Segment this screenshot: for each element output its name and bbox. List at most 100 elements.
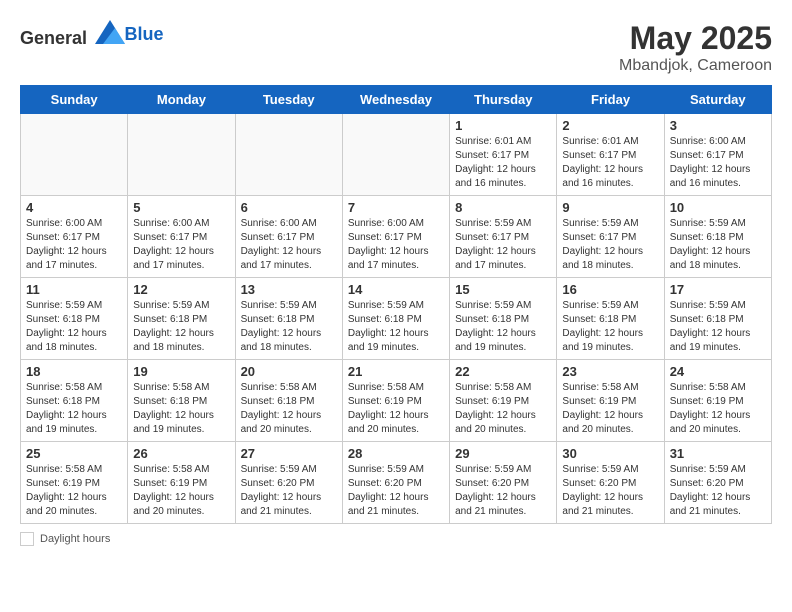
col-header-wednesday: Wednesday bbox=[342, 86, 449, 114]
calendar-cell: 26 Sunrise: 5:58 AM Sunset: 6:19 PM Dayli… bbox=[128, 442, 235, 524]
day-info: Sunrise: 5:58 AM Sunset: 6:18 PM Dayligh… bbox=[241, 381, 337, 437]
day-number: 29 bbox=[455, 446, 551, 461]
day-number: 25 bbox=[26, 446, 122, 461]
footer-color-box bbox=[20, 532, 34, 546]
col-header-saturday: Saturday bbox=[664, 86, 771, 114]
day-number: 28 bbox=[348, 446, 444, 461]
day-info: Sunrise: 5:59 AM Sunset: 6:18 PM Dayligh… bbox=[562, 299, 658, 355]
day-number: 20 bbox=[241, 364, 337, 379]
day-number: 12 bbox=[133, 282, 229, 297]
calendar-cell: 31Sunrise: 5:59 AM Sunset: 6:20 PM Dayli… bbox=[664, 442, 771, 524]
day-number: 4 bbox=[26, 200, 122, 215]
day-info: Sunrise: 5:58 AM Sunset: 6:19 PM Dayligh… bbox=[562, 381, 658, 437]
day-number: 27 bbox=[241, 446, 337, 461]
footer-daylight-label: Daylight hours bbox=[40, 533, 110, 545]
calendar-cell bbox=[128, 114, 235, 196]
calendar-cell: 13 Sunrise: 5:59 AM Sunset: 6:18 PM Dayli… bbox=[235, 278, 342, 360]
day-info: Sunrise: 5:58 AM Sunset: 6:19 PM Dayligh… bbox=[26, 463, 122, 519]
calendar-cell: 1Sunrise: 6:01 AM Sunset: 6:17 PM Daylig… bbox=[450, 114, 557, 196]
day-info: Sunrise: 5:59 AM Sunset: 6:18 PM Dayligh… bbox=[455, 299, 551, 355]
day-number: 30 bbox=[562, 446, 658, 461]
day-info: Sunrise: 5:58 AM Sunset: 6:19 PM Dayligh… bbox=[348, 381, 444, 437]
day-info: Sunrise: 5:58 AM Sunset: 6:18 PM Dayligh… bbox=[26, 381, 122, 437]
day-info: Sunrise: 5:59 AM Sunset: 6:18 PM Dayligh… bbox=[26, 299, 122, 355]
logo: General Blue bbox=[20, 20, 164, 49]
calendar-cell: 19 Sunrise: 5:58 AM Sunset: 6:18 PM Dayli… bbox=[128, 360, 235, 442]
day-number: 7 bbox=[348, 200, 444, 215]
location-subtitle: Mbandjok, Cameroon bbox=[619, 57, 772, 75]
calendar-week-row-3: 11 Sunrise: 5:59 AM Sunset: 6:18 PM Dayli… bbox=[21, 278, 772, 360]
day-number: 14 bbox=[348, 282, 444, 297]
calendar-cell: 8Sunrise: 5:59 AM Sunset: 6:17 PM Daylig… bbox=[450, 196, 557, 278]
month-year-title: May 2025 bbox=[619, 20, 772, 57]
calendar-cell: 25 Sunrise: 5:58 AM Sunset: 6:19 PM Dayli… bbox=[21, 442, 128, 524]
day-number: 24 bbox=[670, 364, 766, 379]
calendar-cell: 5 Sunrise: 6:00 AM Sunset: 6:17 PM Daylig… bbox=[128, 196, 235, 278]
day-number: 17 bbox=[670, 282, 766, 297]
day-info: Sunrise: 6:00 AM Sunset: 6:17 PM Dayligh… bbox=[241, 217, 337, 273]
calendar-week-row-2: 4 Sunrise: 6:00 AM Sunset: 6:17 PM Daylig… bbox=[21, 196, 772, 278]
calendar-cell: 29 Sunrise: 5:59 AM Sunset: 6:20 PM Dayli… bbox=[450, 442, 557, 524]
calendar-cell: 7 Sunrise: 6:00 AM Sunset: 6:17 PM Daylig… bbox=[342, 196, 449, 278]
calendar-cell: 2 Sunrise: 6:01 AM Sunset: 6:17 PM Daylig… bbox=[557, 114, 664, 196]
calendar-week-row-4: 18 Sunrise: 5:58 AM Sunset: 6:18 PM Dayli… bbox=[21, 360, 772, 442]
logo-blue: Blue bbox=[125, 24, 164, 44]
day-info: Sunrise: 5:58 AM Sunset: 6:19 PM Dayligh… bbox=[670, 381, 766, 437]
day-info: Sunrise: 6:01 AM Sunset: 6:17 PM Dayligh… bbox=[562, 135, 658, 191]
day-number: 19 bbox=[133, 364, 229, 379]
col-header-thursday: Thursday bbox=[450, 86, 557, 114]
calendar-cell: 6Sunrise: 6:00 AM Sunset: 6:17 PM Daylig… bbox=[235, 196, 342, 278]
calendar-cell bbox=[235, 114, 342, 196]
col-header-monday: Monday bbox=[128, 86, 235, 114]
calendar-cell: 22 Sunrise: 5:58 AM Sunset: 6:19 PM Dayli… bbox=[450, 360, 557, 442]
day-number: 16 bbox=[562, 282, 658, 297]
day-number: 5 bbox=[133, 200, 229, 215]
calendar-cell: 21 Sunrise: 5:58 AM Sunset: 6:19 PM Dayli… bbox=[342, 360, 449, 442]
day-info: Sunrise: 6:00 AM Sunset: 6:17 PM Dayligh… bbox=[133, 217, 229, 273]
calendar-cell: 15 Sunrise: 5:59 AM Sunset: 6:18 PM Dayli… bbox=[450, 278, 557, 360]
day-info: Sunrise: 6:00 AM Sunset: 6:17 PM Dayligh… bbox=[348, 217, 444, 273]
calendar-cell: 12 Sunrise: 5:59 AM Sunset: 6:18 PM Dayli… bbox=[128, 278, 235, 360]
day-info: Sunrise: 5:59 AM Sunset: 6:18 PM Dayligh… bbox=[133, 299, 229, 355]
day-number: 31 bbox=[670, 446, 766, 461]
day-number: 21 bbox=[348, 364, 444, 379]
day-info: Sunrise: 5:58 AM Sunset: 6:18 PM Dayligh… bbox=[133, 381, 229, 437]
day-info: Sunrise: 5:58 AM Sunset: 6:19 PM Dayligh… bbox=[133, 463, 229, 519]
calendar-cell: 24 Sunrise: 5:58 AM Sunset: 6:19 PM Dayli… bbox=[664, 360, 771, 442]
day-number: 23 bbox=[562, 364, 658, 379]
day-number: 2 bbox=[562, 118, 658, 133]
calendar-header-row: SundayMondayTuesdayWednesdayThursdayFrid… bbox=[21, 86, 772, 114]
day-info: Sunrise: 5:59 AM Sunset: 6:20 PM Dayligh… bbox=[348, 463, 444, 519]
col-header-friday: Friday bbox=[557, 86, 664, 114]
day-info: Sunrise: 5:59 AM Sunset: 6:18 PM Dayligh… bbox=[670, 217, 766, 273]
title-area: May 2025 Mbandjok, Cameroon bbox=[619, 20, 772, 75]
calendar-week-row-5: 25 Sunrise: 5:58 AM Sunset: 6:19 PM Dayli… bbox=[21, 442, 772, 524]
calendar-cell: 16 Sunrise: 5:59 AM Sunset: 6:18 PM Dayli… bbox=[557, 278, 664, 360]
day-number: 18 bbox=[26, 364, 122, 379]
logo-general: General bbox=[20, 28, 87, 48]
calendar-cell: 14 Sunrise: 5:59 AM Sunset: 6:18 PM Dayli… bbox=[342, 278, 449, 360]
day-info: Sunrise: 6:00 AM Sunset: 6:17 PM Dayligh… bbox=[670, 135, 766, 191]
day-info: Sunrise: 5:59 AM Sunset: 6:20 PM Dayligh… bbox=[241, 463, 337, 519]
footer-note: Daylight hours bbox=[20, 532, 772, 546]
day-info: Sunrise: 5:59 AM Sunset: 6:20 PM Dayligh… bbox=[455, 463, 551, 519]
day-number: 8 bbox=[455, 200, 551, 215]
day-info: Sunrise: 5:59 AM Sunset: 6:18 PM Dayligh… bbox=[348, 299, 444, 355]
day-number: 13 bbox=[241, 282, 337, 297]
day-number: 15 bbox=[455, 282, 551, 297]
logo-icon bbox=[95, 20, 125, 44]
day-info: Sunrise: 5:59 AM Sunset: 6:18 PM Dayligh… bbox=[241, 299, 337, 355]
calendar-table: SundayMondayTuesdayWednesdayThursdayFrid… bbox=[20, 85, 772, 524]
calendar-cell: 18 Sunrise: 5:58 AM Sunset: 6:18 PM Dayli… bbox=[21, 360, 128, 442]
calendar-cell: 10Sunrise: 5:59 AM Sunset: 6:18 PM Dayli… bbox=[664, 196, 771, 278]
day-number: 11 bbox=[26, 282, 122, 297]
day-number: 9 bbox=[562, 200, 658, 215]
day-number: 26 bbox=[133, 446, 229, 461]
day-number: 22 bbox=[455, 364, 551, 379]
header: General Blue May 2025 Mbandjok, Cameroon bbox=[20, 20, 772, 75]
calendar-cell bbox=[21, 114, 128, 196]
day-info: Sunrise: 5:58 AM Sunset: 6:19 PM Dayligh… bbox=[455, 381, 551, 437]
calendar-cell: 30Sunrise: 5:59 AM Sunset: 6:20 PM Dayli… bbox=[557, 442, 664, 524]
col-header-sunday: Sunday bbox=[21, 86, 128, 114]
calendar-cell: 20 Sunrise: 5:58 AM Sunset: 6:18 PM Dayli… bbox=[235, 360, 342, 442]
